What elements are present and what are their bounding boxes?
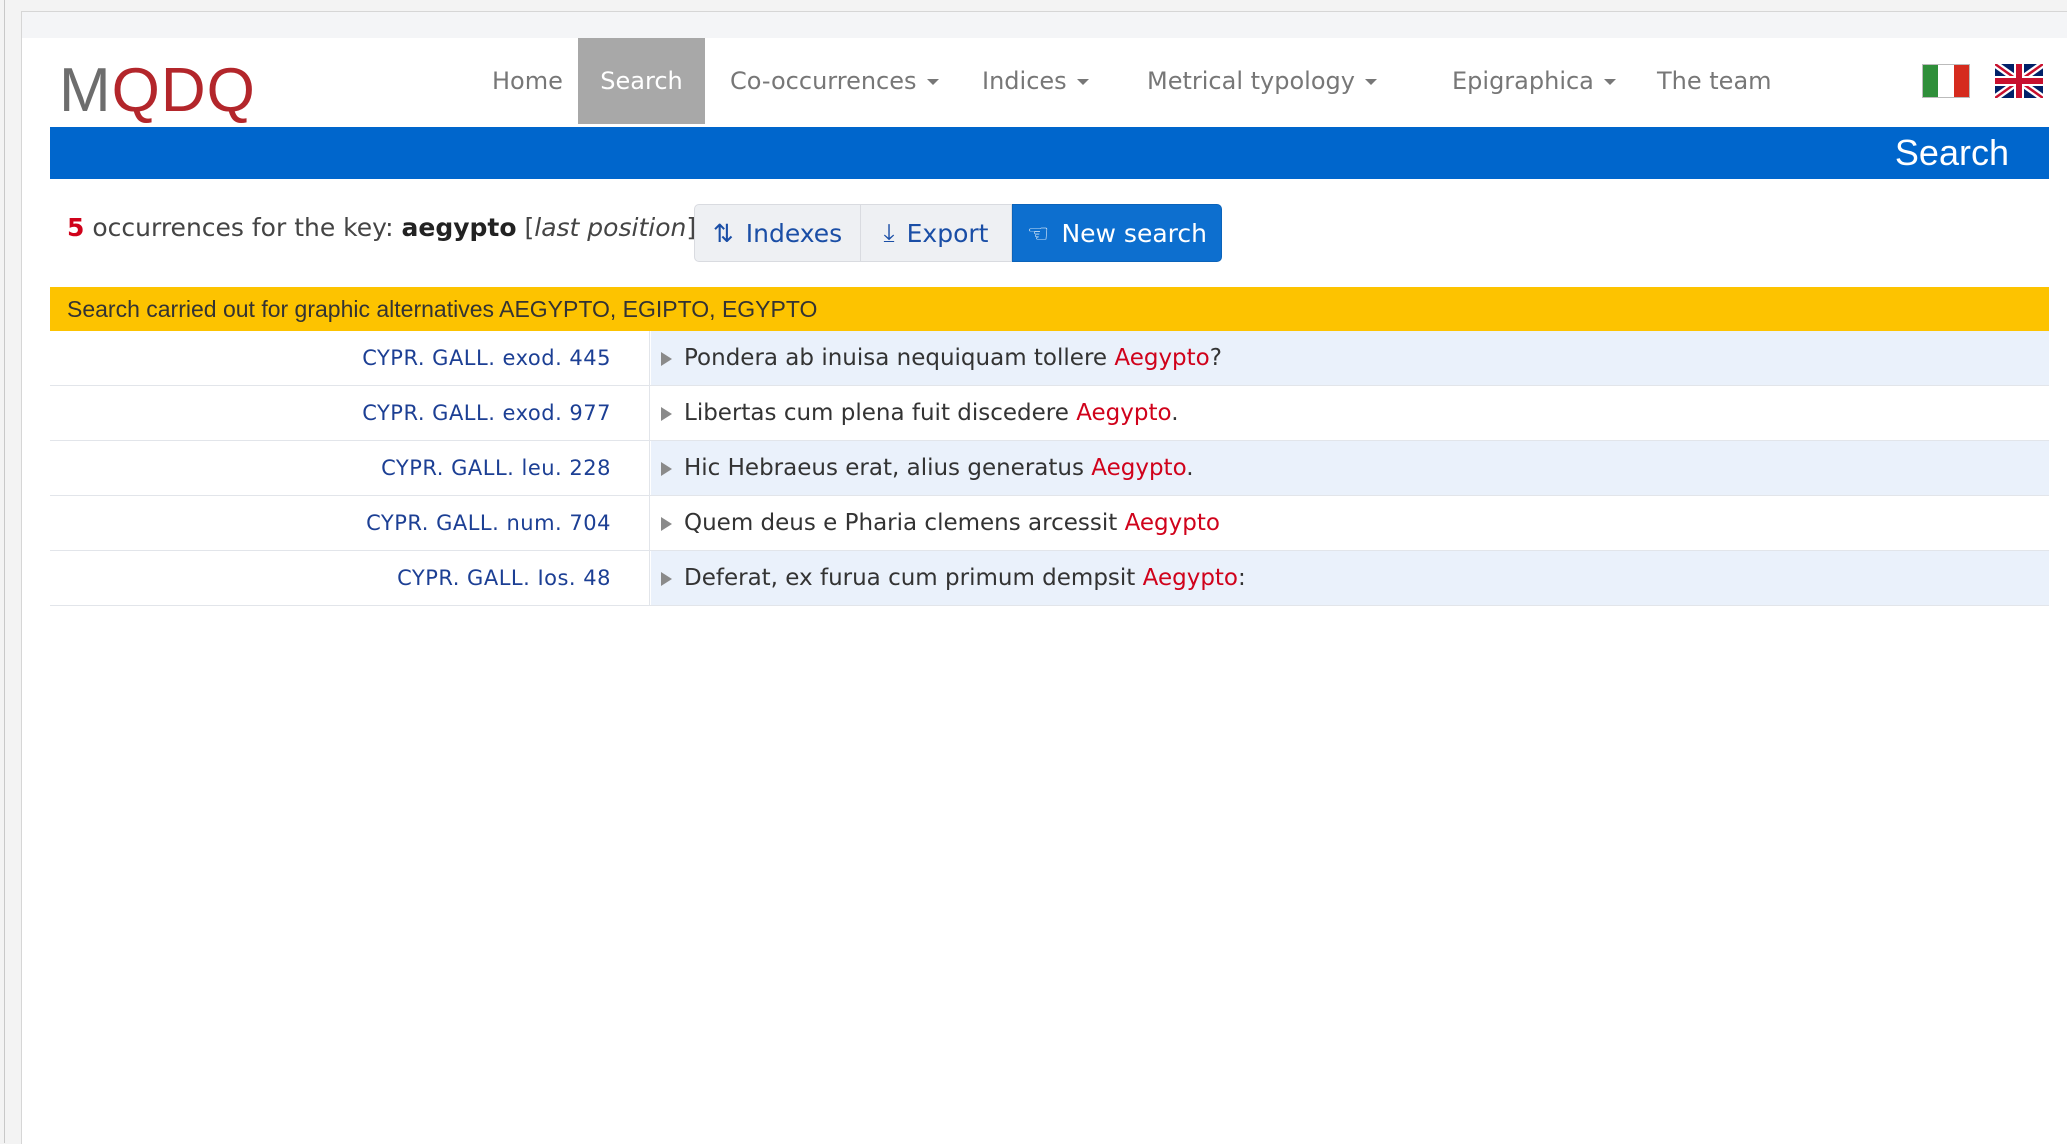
- logo-qdq: QDQ: [111, 56, 256, 125]
- verse-before: Hic Hebraeus erat, alius generatus: [684, 455, 1092, 481]
- export-label: Export: [906, 218, 989, 248]
- mqdq-logo[interactable]: MQDQ: [59, 56, 256, 126]
- verse-text[interactable]: Quem deus e Pharia clemens arcessit Aegy…: [651, 496, 2049, 550]
- result-row: CYPR. GALL. num. 704 Quem deus e Pharia …: [50, 496, 2049, 551]
- verse-before: Deferat, ex furua cum primum dempsit: [684, 565, 1143, 591]
- nav-search-label: Search: [600, 67, 683, 95]
- sort-icon: ⇅: [712, 218, 734, 248]
- verse-reference-link[interactable]: CYPR. GALL. num. 704: [50, 496, 650, 550]
- hand-point-icon: ☜: [1027, 218, 1050, 248]
- caret-down-icon: [1603, 79, 1616, 85]
- result-row: CYPR. GALL. leu. 228 Hic Hebraeus erat, …: [50, 441, 2049, 496]
- nav-cooccurrences-label: Co-occurrences: [730, 67, 917, 95]
- expand-triangle-icon[interactable]: [661, 571, 672, 586]
- result-row: CYPR. GALL. Ios. 48 Deferat, ex furua cu…: [50, 551, 2049, 606]
- uk-flag-icon[interactable]: [1995, 64, 2043, 98]
- verse-after: :: [1238, 565, 1246, 591]
- indexes-label: Indexes: [745, 218, 843, 248]
- result-row: CYPR. GALL. exod. 977 Libertas cum plena…: [50, 386, 2049, 441]
- nav-indices-label: Indices: [982, 67, 1067, 95]
- action-button-group: ⇅ Indexes ⤓ Export ☜ New search: [694, 204, 1222, 262]
- verse-match: Aegypto: [1124, 510, 1220, 536]
- search-key: aegypto: [401, 213, 517, 242]
- result-summary: 5 occurrences for the key: aegypto [last…: [67, 211, 696, 245]
- verse-match: Aegypto: [1142, 565, 1239, 591]
- expand-triangle-icon[interactable]: [661, 406, 672, 421]
- nav-epigraphica[interactable]: Epigraphica: [1452, 38, 1616, 124]
- nav-metrical-label: Metrical typology: [1147, 67, 1355, 95]
- verse-text[interactable]: Pondera ab inuisa nequiquam tollere Aegy…: [651, 331, 2049, 385]
- position-open-bracket: [: [524, 213, 535, 242]
- verse-reference-link[interactable]: CYPR. GALL. leu. 228: [50, 441, 650, 495]
- navbar: MQDQ Home Search Co-occurrences Indices …: [22, 38, 2067, 136]
- expand-triangle-icon[interactable]: [661, 351, 672, 366]
- export-icon: ⤓: [883, 218, 895, 247]
- new-search-button[interactable]: ☜ New search: [1012, 204, 1222, 262]
- verse-before: Pondera ab inuisa nequiquam tollere: [684, 345, 1115, 371]
- expand-triangle-icon[interactable]: [661, 461, 672, 476]
- verse-before: Libertas cum plena fuit discedere: [684, 400, 1077, 426]
- verse-reference-link[interactable]: CYPR. GALL. exod. 445: [50, 331, 650, 385]
- search-position: last position: [534, 213, 687, 242]
- page: MQDQ Home Search Co-occurrences Indices …: [21, 11, 2067, 1144]
- window-edge: [4, 0, 5, 1143]
- verse-text[interactable]: Deferat, ex furua cum primum dempsit Aeg…: [651, 551, 2049, 605]
- expand-triangle-icon[interactable]: [661, 516, 672, 531]
- result-count: 5: [67, 213, 85, 242]
- verse-after: .: [1171, 400, 1179, 426]
- logo-m: M: [59, 56, 112, 125]
- results-table: CYPR. GALL. exod. 445 Pondera ab inuisa …: [50, 331, 2049, 606]
- nav-metrical-typology[interactable]: Metrical typology: [1147, 38, 1377, 124]
- verse-after: ?: [1209, 345, 1222, 371]
- summary-text: occurrences for the key:: [92, 213, 394, 242]
- verse-match: Aegypto: [1091, 455, 1187, 481]
- graphic-alternatives-alert: Search carried out for graphic alternati…: [50, 287, 2049, 331]
- verse-match: Aegypto: [1076, 400, 1172, 426]
- indexes-button[interactable]: ⇅ Indexes: [694, 204, 861, 262]
- export-button[interactable]: ⤓ Export: [861, 204, 1012, 262]
- page-title-bar: Search: [50, 127, 2049, 179]
- verse-text[interactable]: Hic Hebraeus erat, alius generatus Aegyp…: [651, 441, 2049, 495]
- result-row: CYPR. GALL. exod. 445 Pondera ab inuisa …: [50, 331, 2049, 386]
- verse-after: .: [1186, 455, 1194, 481]
- nav-the-team[interactable]: The team: [1657, 38, 1772, 124]
- verse-match: Aegypto: [1114, 345, 1210, 371]
- verse-reference-link[interactable]: CYPR. GALL. Ios. 48: [50, 551, 650, 605]
- new-search-label: New search: [1061, 218, 1207, 248]
- nav-indices[interactable]: Indices: [982, 38, 1089, 124]
- verse-text[interactable]: Libertas cum plena fuit discedere Aegypt…: [651, 386, 2049, 440]
- nav-home[interactable]: Home: [492, 38, 563, 124]
- caret-down-icon: [926, 79, 939, 85]
- italian-flag-icon[interactable]: [1922, 64, 1970, 98]
- nav-team-label: The team: [1657, 67, 1772, 95]
- caret-down-icon: [1076, 79, 1089, 85]
- verse-reference-link[interactable]: CYPR. GALL. exod. 977: [50, 386, 650, 440]
- page-title: Search: [1894, 132, 2009, 173]
- nav-search[interactable]: Search: [578, 38, 705, 124]
- nav-home-label: Home: [492, 67, 563, 95]
- caret-down-icon: [1364, 79, 1377, 85]
- top-strip: [22, 12, 2067, 38]
- nav-epigraphica-label: Epigraphica: [1452, 67, 1594, 95]
- verse-before: Quem deus e Pharia clemens arcessit: [684, 510, 1125, 536]
- nav-cooccurrences[interactable]: Co-occurrences: [730, 38, 939, 124]
